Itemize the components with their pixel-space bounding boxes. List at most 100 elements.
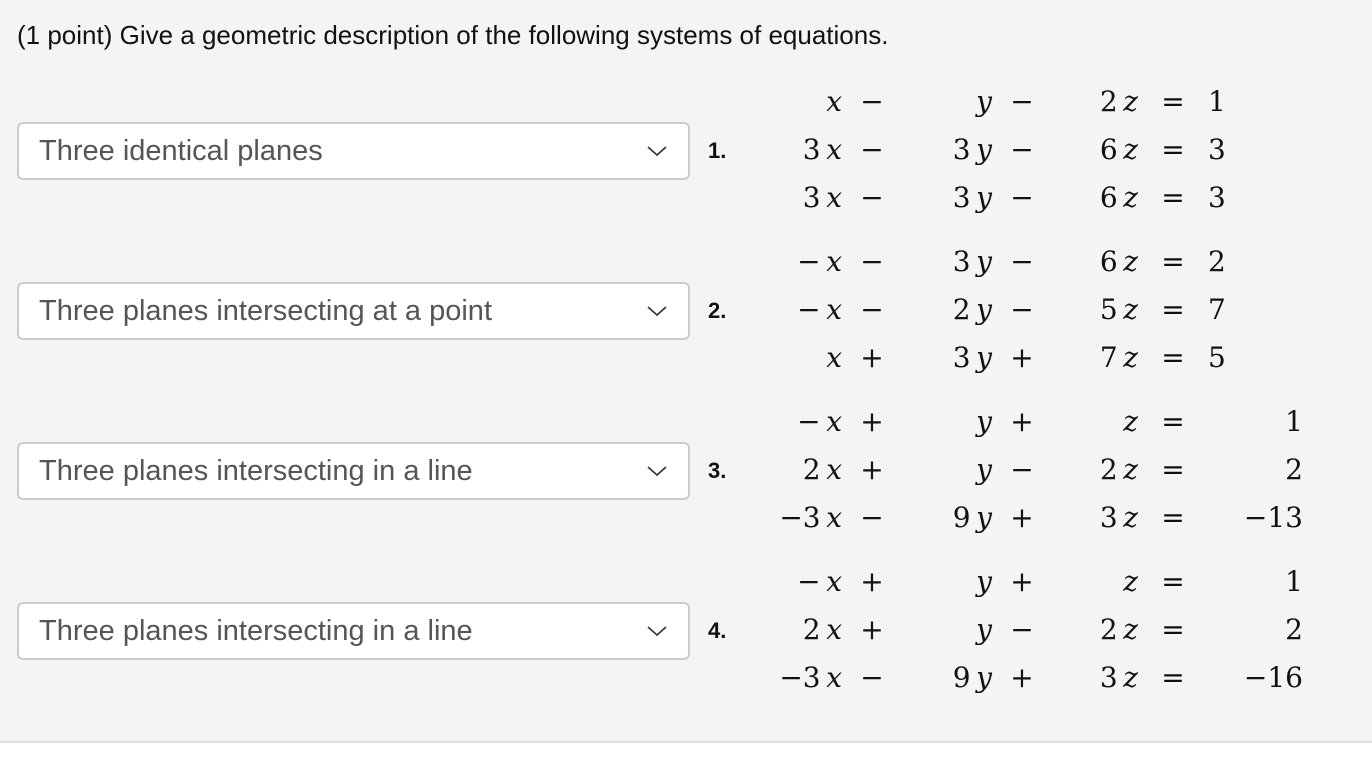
chevron-down-icon xyxy=(647,466,667,477)
x-term: x xyxy=(770,334,842,382)
z-term: z xyxy=(1052,558,1138,606)
operator: + xyxy=(860,565,884,598)
variable: y xyxy=(970,405,992,438)
variable: z xyxy=(1117,565,1138,598)
variable: z xyxy=(1117,245,1138,278)
x-term: x xyxy=(770,78,842,126)
x-term: − x xyxy=(770,286,842,334)
y-term: y xyxy=(902,558,992,606)
coefficient: − xyxy=(797,565,821,598)
variable: y xyxy=(970,341,992,374)
answer-dropdown[interactable]: Three planes intersecting at a point xyxy=(17,282,690,340)
coefficient: 3 xyxy=(802,181,821,214)
equation-row: − x + y + z = 1 xyxy=(770,558,1303,606)
coefficient: − xyxy=(797,245,821,278)
problem-panel: (1 point) Give a geometric description o… xyxy=(0,0,1372,743)
variable: z xyxy=(1117,181,1138,214)
equation-row: 2 x + y −2 z = 2 xyxy=(770,446,1303,494)
coefficient: − xyxy=(797,405,821,438)
dropdown-selected-value: Three identical planes xyxy=(39,134,323,167)
equals-sign: = xyxy=(1161,85,1185,118)
variable: x xyxy=(820,565,842,598)
system-row: Three planes intersecting at a point 2. … xyxy=(0,240,1372,390)
operator: + xyxy=(1010,405,1034,438)
coefficient: 9 xyxy=(952,501,971,534)
y-term: 3 y xyxy=(902,126,992,174)
variable: y xyxy=(970,293,992,326)
z-term: z xyxy=(1052,398,1138,446)
equals-sign: = xyxy=(1161,293,1185,326)
variable: z xyxy=(1117,133,1138,166)
coefficient: 2 xyxy=(1099,613,1118,646)
right-hand-side: 1 xyxy=(1208,85,1226,118)
right-hand-side: 2 xyxy=(1208,245,1226,278)
variable: x xyxy=(820,405,842,438)
coefficient: 2 xyxy=(1099,85,1118,118)
x-term: − x xyxy=(770,238,842,286)
x-term: − x xyxy=(770,398,842,446)
coefficient: 2 xyxy=(802,453,821,486)
variable: x xyxy=(820,453,842,486)
variable: z xyxy=(1117,293,1138,326)
variable: x xyxy=(820,85,842,118)
operator: − xyxy=(860,661,884,694)
equation-system: x − y −2 z = 1 3 x −3 y −6 z = 3 3 x −3 y −6 z = 3 xyxy=(770,78,1248,222)
operator: + xyxy=(1010,565,1034,598)
equals-sign: = xyxy=(1161,565,1185,598)
equation-row: − x −3 y −6 z = 2 xyxy=(770,238,1248,286)
z-term: 2 z xyxy=(1052,606,1138,654)
system-number: 2. xyxy=(708,298,727,323)
chevron-down-icon xyxy=(647,626,667,637)
right-hand-side: 2 xyxy=(1285,453,1303,486)
coefficient: 7 xyxy=(1099,341,1118,374)
y-term: y xyxy=(902,78,992,126)
variable: z xyxy=(1117,85,1138,118)
dropdown-selected-value: Three planes intersecting in a line xyxy=(39,614,473,647)
variable: y xyxy=(970,661,992,694)
coefficient: 9 xyxy=(952,661,971,694)
right-hand-side: −16 xyxy=(1243,661,1303,694)
coefficient: −3 xyxy=(779,661,821,694)
equation-row: x − y −2 z = 1 xyxy=(770,78,1248,126)
variable: z xyxy=(1117,341,1138,374)
operator: − xyxy=(860,181,884,214)
answer-dropdown[interactable]: Three planes intersecting in a line xyxy=(17,442,690,500)
z-term: 2 z xyxy=(1052,78,1138,126)
x-term: −3 x xyxy=(770,654,842,702)
equation-row: −3 x −9 y +3 z = −16 xyxy=(770,654,1303,702)
answer-dropdown[interactable]: Three planes intersecting in a line xyxy=(17,602,690,660)
equation-system: − x + y + z = 1 2 x + y −2 z = 2 −3 x −9 y +3 z = −13 xyxy=(770,398,1303,542)
right-hand-side: 1 xyxy=(1285,565,1303,598)
z-term: 5 z xyxy=(1052,286,1138,334)
y-term: 9 y xyxy=(902,494,992,542)
coefficient: 6 xyxy=(1099,133,1118,166)
y-term: y xyxy=(902,606,992,654)
operator: + xyxy=(1010,501,1034,534)
y-term: 2 y xyxy=(902,286,992,334)
operator: − xyxy=(860,133,884,166)
equals-sign: = xyxy=(1161,501,1185,534)
variable: z xyxy=(1117,661,1138,694)
variable: x xyxy=(820,613,842,646)
equation-row: x +3 y +7 z = 5 xyxy=(770,334,1248,382)
z-term: 3 z xyxy=(1052,654,1138,702)
answer-dropdown[interactable]: Three identical planes xyxy=(17,122,690,180)
coefficient: 3 xyxy=(1099,661,1118,694)
y-term: 3 y xyxy=(902,238,992,286)
variable: x xyxy=(820,501,842,534)
x-term: 2 x xyxy=(770,606,842,654)
equals-sign: = xyxy=(1161,405,1185,438)
z-term: 3 z xyxy=(1052,494,1138,542)
operator: + xyxy=(860,405,884,438)
right-hand-side: 7 xyxy=(1208,293,1226,326)
z-term: 6 z xyxy=(1052,238,1138,286)
operator: − xyxy=(1010,613,1034,646)
y-term: y xyxy=(902,446,992,494)
equals-sign: = xyxy=(1161,181,1185,214)
z-term: 2 z xyxy=(1052,446,1138,494)
operator: + xyxy=(860,453,884,486)
equation-row: 3 x −3 y −6 z = 3 xyxy=(770,126,1248,174)
coefficient: 3 xyxy=(952,133,971,166)
right-hand-side: 2 xyxy=(1285,613,1303,646)
variable: z xyxy=(1117,405,1138,438)
